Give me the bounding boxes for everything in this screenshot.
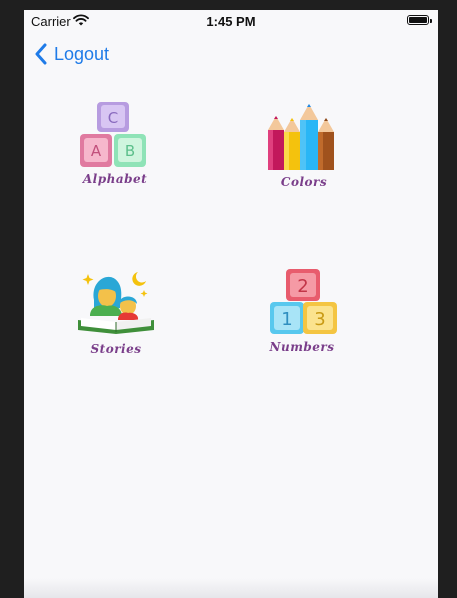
status-bar: Carrier 1:45 PM xyxy=(24,10,438,32)
logout-label: Logout xyxy=(54,43,110,64)
alphabet-blocks-icon: C A B xyxy=(80,102,146,167)
block-digit-1: 1 xyxy=(281,309,292,330)
tile-label-alphabet: Alphabet xyxy=(82,172,148,186)
block-letter-c: C xyxy=(108,109,118,127)
colored-pencils-icon xyxy=(268,104,334,170)
logout-button[interactable]: Logout xyxy=(34,40,109,68)
block-letter-a: A xyxy=(91,142,102,160)
tile-alphabet[interactable]: C A B Alphabet xyxy=(75,100,155,190)
block-letter-b: B xyxy=(125,142,135,160)
block-digit-3: 3 xyxy=(314,309,325,330)
bottom-edge xyxy=(24,578,438,598)
tile-label-colors: Colors xyxy=(280,175,328,189)
tile-colors[interactable]: Colors xyxy=(264,102,344,192)
chevron-left-icon xyxy=(35,43,47,65)
tile-label-numbers: Numbers xyxy=(269,340,335,354)
battery-icon xyxy=(407,15,432,25)
number-blocks-icon: 2 1 3 xyxy=(270,269,337,334)
navigation-bar: Logout xyxy=(24,32,438,76)
tile-numbers[interactable]: 2 1 3 Numbers xyxy=(262,268,342,358)
app-screen: Carrier 1:45 PM Logout C A B Alphabet Co… xyxy=(24,10,438,598)
tile-stories[interactable]: Stories xyxy=(76,268,156,360)
block-digit-2: 2 xyxy=(297,276,308,297)
tile-label-stories: Stories xyxy=(90,342,142,356)
mother-child-reading-icon xyxy=(78,272,154,334)
status-time: 1:45 PM xyxy=(206,14,256,29)
